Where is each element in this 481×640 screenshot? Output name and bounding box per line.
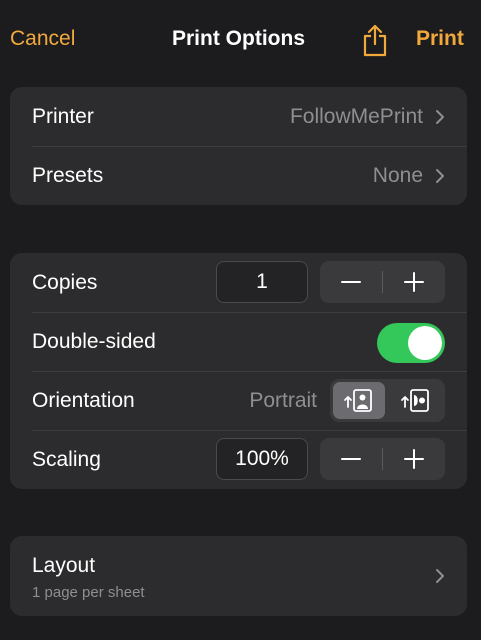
presets-label: Presets: [32, 164, 104, 187]
orientation-segmented-control: [330, 379, 445, 422]
double-sided-toggle[interactable]: [377, 323, 445, 363]
printer-settings-group: Printer FollowMePrint Presets None: [10, 87, 467, 205]
navigation-bar: Cancel Print Options Print: [0, 0, 481, 80]
printer-value: FollowMePrint: [289, 105, 423, 128]
copies-row: Copies 1: [10, 253, 467, 312]
layout-label: Layout: [32, 554, 96, 577]
orientation-label: Orientation: [32, 389, 135, 412]
landscape-option[interactable]: [390, 382, 442, 419]
presets-value: None: [372, 164, 423, 187]
scaling-label: Scaling: [32, 448, 101, 471]
landscape-orientation-icon: [401, 389, 429, 412]
increment-button[interactable]: [383, 261, 445, 303]
plus-icon: [404, 449, 424, 469]
toggle-knob: [408, 326, 442, 360]
copies-field[interactable]: 1: [216, 261, 308, 303]
chevron-right-icon: [436, 110, 444, 124]
increment-button[interactable]: [383, 438, 445, 480]
chevron-right-icon: [436, 569, 444, 583]
layout-row[interactable]: Layout 1 page per sheet: [10, 536, 467, 616]
copies-label: Copies: [32, 271, 98, 294]
decrement-button[interactable]: [320, 261, 382, 303]
scaling-row: Scaling 100%: [10, 430, 467, 489]
presets-row[interactable]: Presets None: [10, 146, 467, 205]
printer-row[interactable]: Printer FollowMePrint: [10, 87, 467, 146]
minus-icon: [341, 281, 361, 283]
page-title: Print Options: [172, 27, 305, 50]
print-options-group: Copies 1 Double-sided Orientation Portra…: [10, 253, 467, 489]
scaling-stepper: [320, 438, 445, 480]
chevron-right-icon: [436, 169, 444, 183]
layout-subtitle: 1 page per sheet: [32, 584, 145, 601]
orientation-value: Portrait: [249, 389, 317, 412]
plus-icon: [404, 272, 424, 292]
layout-group: Layout 1 page per sheet: [10, 536, 467, 616]
minus-icon: [341, 458, 361, 460]
double-sided-label: Double-sided: [32, 330, 156, 353]
portrait-orientation-icon: [344, 389, 372, 412]
orientation-row: Orientation Portrait: [10, 371, 467, 430]
double-sided-row: Double-sided: [10, 312, 467, 371]
print-button[interactable]: Print: [416, 27, 464, 51]
printer-label: Printer: [32, 105, 94, 128]
portrait-option[interactable]: [333, 382, 385, 419]
share-icon[interactable]: [361, 23, 389, 57]
copies-stepper: [320, 261, 445, 303]
decrement-button[interactable]: [320, 438, 382, 480]
scaling-field[interactable]: 100%: [216, 438, 308, 480]
